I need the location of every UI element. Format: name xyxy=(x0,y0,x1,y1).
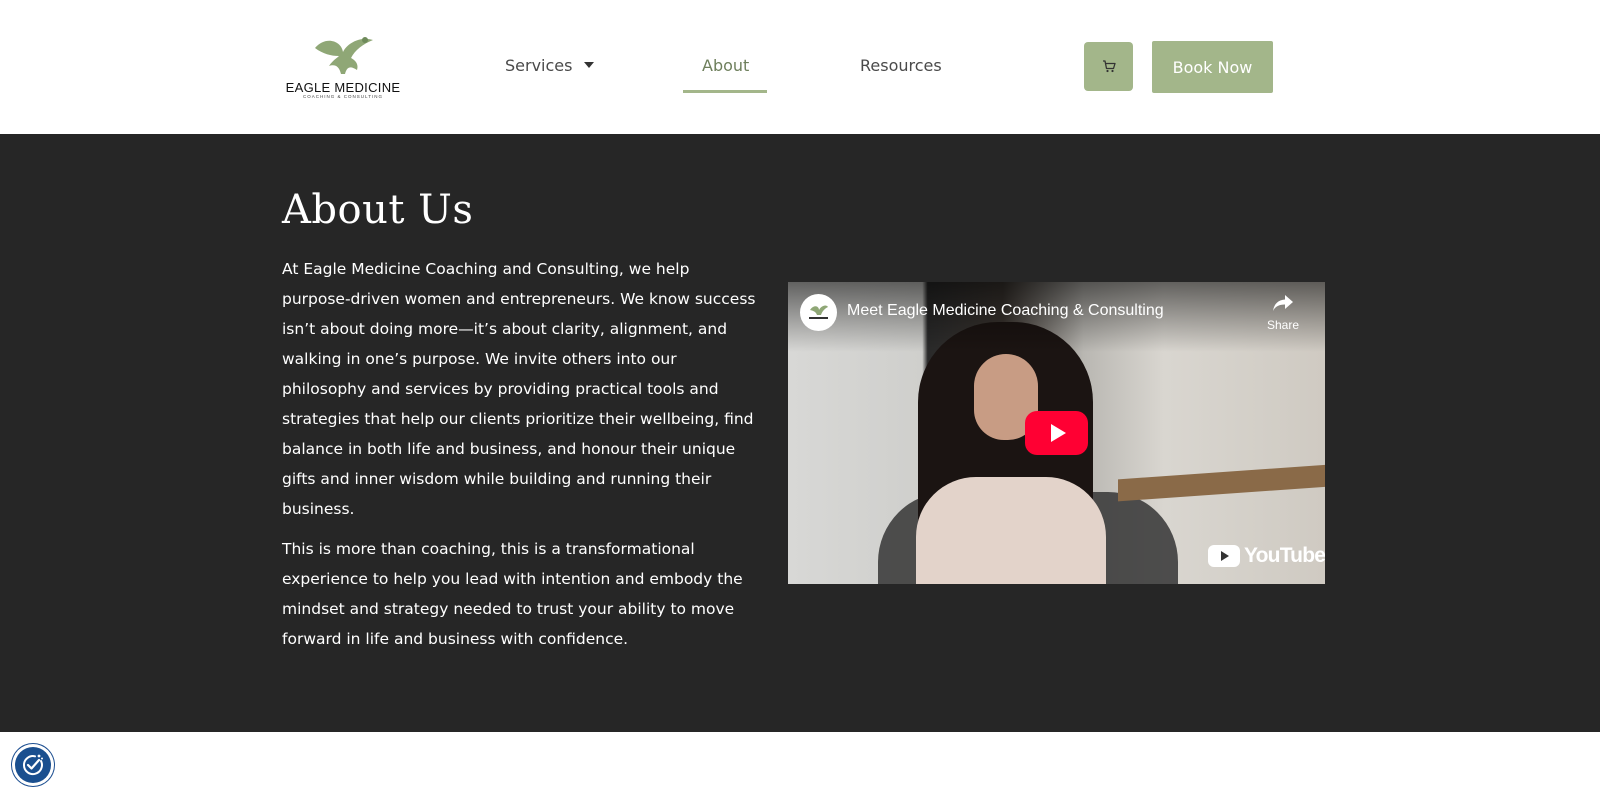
eagle-icon xyxy=(315,37,373,74)
chevron-down-icon xyxy=(584,61,595,68)
site-logo[interactable]: EAGLE MEDICINE COACHING & CONSULTING xyxy=(285,34,401,100)
channel-avatar[interactable] xyxy=(800,294,837,331)
accessibility-icon xyxy=(23,754,43,775)
logo-wordmark: EAGLE MEDICINE xyxy=(285,80,401,95)
about-paragraph-1: At Eagle Medicine Coaching and Consultin… xyxy=(282,260,756,518)
accessibility-button[interactable] xyxy=(12,744,54,786)
play-icon xyxy=(1051,424,1066,442)
share-icon xyxy=(1273,295,1293,311)
video-title[interactable]: Meet Eagle Medicine Coaching & Consultin… xyxy=(847,302,1164,320)
cart-icon xyxy=(1102,60,1116,73)
nav-active-indicator xyxy=(683,90,767,93)
logo-tagline: COACHING & CONSULTING xyxy=(303,94,383,99)
about-section: About Us At Eagle Medicine Coaching and … xyxy=(0,134,1600,732)
share-button[interactable]: Share xyxy=(1258,294,1308,332)
about-paragraph-2: This is more than coaching, this is a tr… xyxy=(282,540,743,648)
about-title: About Us xyxy=(282,187,474,233)
video-thumbnail-desk xyxy=(1118,464,1325,502)
nav-about[interactable]: About xyxy=(702,56,749,75)
nav-resources[interactable]: Resources xyxy=(860,56,942,75)
play-button[interactable] xyxy=(1025,411,1088,455)
youtube-logo[interactable]: YouTube xyxy=(1208,544,1325,568)
eagle-icon xyxy=(809,305,828,319)
cart-button[interactable] xyxy=(1084,42,1133,91)
nav-services-label: Services xyxy=(505,56,573,75)
book-now-button[interactable]: Book Now xyxy=(1152,41,1273,93)
share-label: Share xyxy=(1266,318,1300,332)
youtube-icon xyxy=(1208,545,1240,567)
video-embed[interactable]: Meet Eagle Medicine Coaching & Consultin… xyxy=(788,282,1325,584)
youtube-wordmark: YouTube xyxy=(1244,544,1325,567)
site-header: EAGLE MEDICINE COACHING & CONSULTING Ser… xyxy=(0,0,1600,134)
video-thumbnail-body xyxy=(916,477,1106,584)
nav-services[interactable]: Services xyxy=(505,56,595,75)
